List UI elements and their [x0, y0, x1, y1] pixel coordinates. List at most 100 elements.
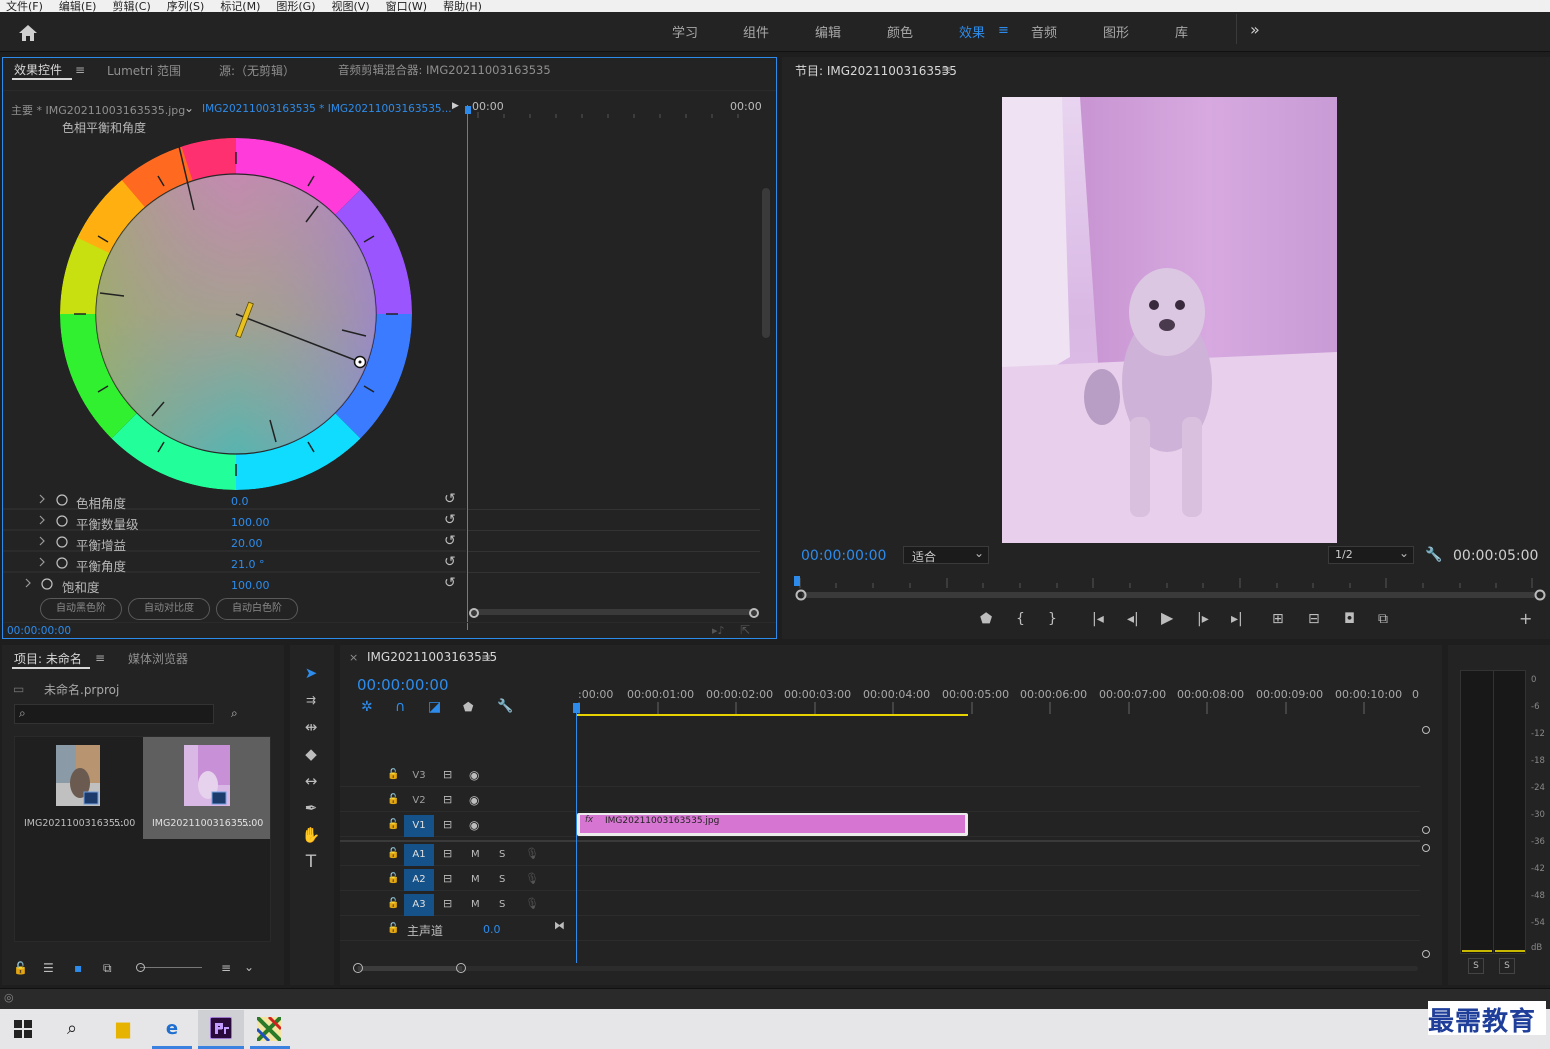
eye-icon[interactable]: ◉: [469, 768, 479, 782]
home-icon[interactable]: [18, 24, 38, 42]
compare-view-icon[interactable]: ⧉: [1378, 612, 1388, 626]
solo-button[interactable]: S: [499, 898, 505, 912]
thumbnail-original[interactable]: [56, 745, 100, 806]
premiere-pro-icon[interactable]: [210, 1017, 232, 1039]
lock-icon[interactable]: 🔓: [387, 768, 399, 782]
linked-selection-icon[interactable]: ∩: [395, 700, 405, 714]
file-explorer-icon[interactable]: ▆: [108, 1014, 138, 1044]
sync-lock-icon[interactable]: ⊟: [443, 872, 452, 886]
solo-left-button[interactable]: S: [1468, 958, 1484, 974]
solo-button[interactable]: S: [499, 848, 505, 862]
add-marker-icon[interactable]: ⬟: [463, 700, 473, 714]
workspace-assembly[interactable]: 组件: [743, 22, 769, 41]
play-icon[interactable]: ▶: [1161, 610, 1173, 626]
tab-media-browser[interactable]: 媒体浏览器: [128, 650, 188, 667]
fit-dropdown[interactable]: 适合 ⌄: [903, 546, 989, 564]
workspace-menu-icon[interactable]: ≡: [998, 23, 1009, 38]
property-balance-magnitude-value[interactable]: 100.00: [231, 516, 270, 529]
freeform-view-icon[interactable]: ⧉: [103, 961, 112, 975]
camera-icon[interactable]: ◘: [1344, 612, 1355, 626]
vertical-scrollbar[interactable]: [762, 188, 770, 338]
add-marker-icon[interactable]: ⬟: [980, 612, 992, 626]
program-scrub-ruler[interactable]: [792, 574, 1546, 604]
workspace-audio[interactable]: 音频: [1031, 22, 1057, 41]
snap-icon[interactable]: ✲: [361, 700, 373, 714]
track-label-a3[interactable]: A3: [404, 894, 434, 916]
keyframe-zoom-scrollbar[interactable]: [470, 609, 758, 615]
video-clip[interactable]: fx IMG20211003163535.jpg: [577, 813, 968, 836]
program-monitor-title[interactable]: 节目: IMG20211003163535: [795, 62, 957, 79]
selection-tool-icon[interactable]: ➤: [300, 662, 322, 684]
close-icon[interactable]: ×: [349, 651, 358, 664]
auto-contrast-button[interactable]: 自动对比度: [128, 598, 210, 620]
menu-help[interactable]: 帮助(H): [443, 0, 482, 12]
lock-icon[interactable]: 🔓: [387, 793, 399, 807]
hand-tool-icon[interactable]: ✋: [300, 824, 322, 846]
mini-playhead[interactable]: [465, 106, 471, 114]
lock-icon[interactable]: 🔓: [13, 961, 28, 975]
more-workspaces-icon[interactable]: »: [1250, 20, 1260, 39]
pen-tool-icon[interactable]: ✒: [300, 797, 322, 819]
property-balance-gain-value[interactable]: 20.00: [231, 537, 263, 550]
mark-in-icon[interactable]: {: [1016, 612, 1025, 626]
workspace-learn[interactable]: 学习: [672, 22, 698, 41]
search-icon[interactable]: ⌕: [57, 1014, 87, 1044]
mark-out-icon[interactable]: }: [1048, 612, 1057, 626]
lift-icon[interactable]: ⊞: [1272, 612, 1284, 626]
background-task-icon[interactable]: ◎: [4, 991, 14, 1004]
auto-white-level-button[interactable]: 自动白色阶: [216, 598, 298, 620]
step-forward-icon[interactable]: |▸: [1197, 612, 1209, 626]
play-clip-icon[interactable]: ▶: [452, 101, 459, 111]
tab-lumetri-scopes[interactable]: Lumetri 范围: [107, 62, 181, 79]
razor-tool-icon[interactable]: ◆: [300, 743, 322, 765]
effect-timecode[interactable]: 00:00:00:00: [7, 625, 71, 637]
track-select-tool-icon[interactable]: ⇉: [300, 689, 322, 711]
reset-icon[interactable]: ↺: [444, 555, 456, 569]
lock-icon[interactable]: 🔓: [387, 847, 399, 861]
icon-view-icon[interactable]: ▪: [74, 961, 82, 975]
windows-start-icon[interactable]: [14, 1020, 32, 1038]
menu-clip[interactable]: 剪辑(C): [112, 0, 150, 12]
solo-right-button[interactable]: S: [1499, 958, 1515, 974]
sync-lock-icon[interactable]: ⊟: [443, 793, 452, 807]
workspace-editing[interactable]: 编辑: [815, 22, 841, 41]
track-label-a1[interactable]: A1: [404, 844, 434, 866]
menu-marker[interactable]: 标记(M): [220, 0, 260, 12]
audio-scrollbar[interactable]: [1422, 844, 1430, 959]
sync-lock-icon[interactable]: ⊟: [443, 847, 452, 861]
sync-lock-icon[interactable]: ⊟: [443, 768, 452, 782]
wrench-icon[interactable]: 🔧: [497, 700, 513, 714]
microphone-icon[interactable]: 🎙: [525, 872, 539, 886]
panel-menu-icon[interactable]: ≡: [941, 63, 951, 77]
track-label-v3[interactable]: V3: [404, 765, 434, 787]
extract-icon[interactable]: ⊟: [1308, 612, 1320, 626]
sort-icon[interactable]: ≡: [221, 961, 231, 975]
lock-icon[interactable]: 🔓: [387, 897, 399, 911]
eye-icon[interactable]: ◉: [469, 818, 479, 832]
chevron-down-icon[interactable]: ⌄: [184, 101, 194, 115]
track-label-a2[interactable]: A2: [404, 869, 434, 891]
track-label-v1[interactable]: V1: [404, 815, 434, 837]
export-icon[interactable]: ⇱: [740, 623, 750, 637]
program-playhead-timecode[interactable]: 00:00:00:00: [801, 548, 886, 564]
tab-project[interactable]: 项目: 未命名: [14, 650, 82, 667]
zoom-slider[interactable]: [136, 963, 202, 973]
go-to-out-icon[interactable]: ▸|: [1231, 612, 1243, 626]
sync-lock-icon[interactable]: ⊟: [443, 897, 452, 911]
auto-black-level-button[interactable]: 自动黑色阶: [40, 598, 122, 620]
chevron-down-icon[interactable]: ⌄: [244, 960, 254, 974]
lock-icon[interactable]: 🔓: [387, 922, 399, 936]
search-input[interactable]: ⌕: [14, 704, 214, 724]
lock-icon[interactable]: 🔓: [387, 818, 399, 832]
slip-tool-icon[interactable]: ↔: [300, 770, 322, 792]
reset-icon[interactable]: ↺: [444, 534, 456, 548]
thumbnail-effect[interactable]: [184, 745, 230, 806]
panel-menu-icon[interactable]: ≡: [481, 651, 491, 665]
microphone-icon[interactable]: 🎙: [525, 897, 539, 911]
resolution-dropdown[interactable]: 1/2 ⌄: [1328, 546, 1414, 564]
sync-lock-icon[interactable]: ⊟: [443, 818, 452, 832]
eye-icon[interactable]: ◉: [469, 793, 479, 807]
master-track-value[interactable]: 0.0: [483, 923, 501, 936]
scroll-handle-left[interactable]: [469, 608, 479, 618]
menu-view[interactable]: 视图(V): [332, 0, 370, 12]
